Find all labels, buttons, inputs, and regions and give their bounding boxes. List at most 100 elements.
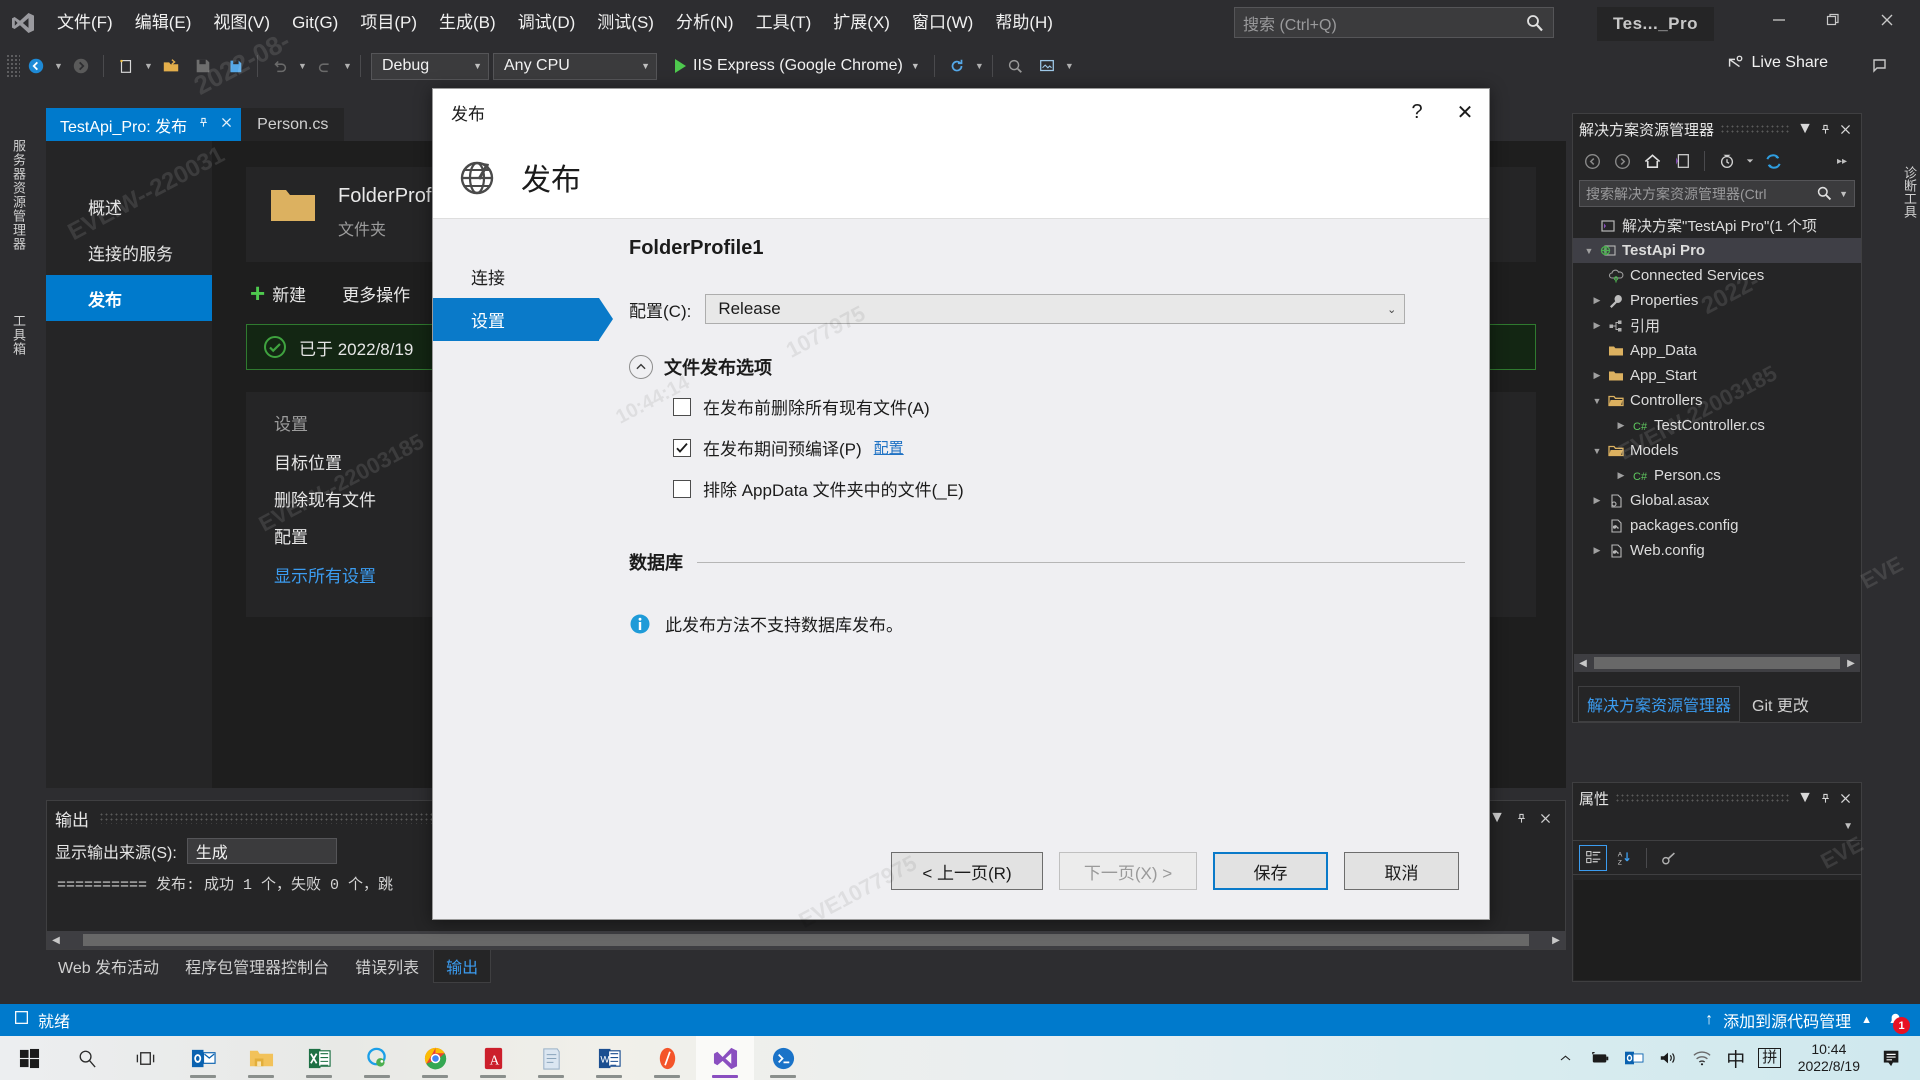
close-button[interactable] (1860, 0, 1914, 40)
output-pin-icon[interactable] (1509, 806, 1533, 830)
output-horizontal-scrollbar[interactable]: ◀ ▶ (47, 931, 1565, 949)
document-tab-person-cs[interactable]: Person.cs (241, 108, 345, 141)
search-icon-taskbar[interactable] (58, 1036, 116, 1080)
notifications-button[interactable]: 1 (1882, 1008, 1910, 1034)
output-scroll-thumb[interactable] (83, 934, 1529, 946)
tree-item-web-config[interactable]: ▶ Web.config (1573, 538, 1861, 563)
tree-arrow-9[interactable]: ▼ (1589, 446, 1605, 456)
qq-icon[interactable] (348, 1036, 406, 1080)
refresh-icon[interactable] (943, 52, 971, 80)
menu-item-build[interactable]: 生成(B) (428, 0, 507, 46)
chevron-up-icon[interactable] (1550, 1036, 1582, 1080)
maximize-restore-button[interactable] (1806, 0, 1860, 40)
solution-explorer-chevron-down-icon[interactable]: ▼ (1795, 118, 1815, 140)
excel-icon[interactable] (290, 1036, 348, 1080)
tree-item-app-data[interactable]: App_Data (1573, 338, 1861, 363)
tree-item-app-start[interactable]: ▶ App_Start (1573, 363, 1861, 388)
tree-arrow-13[interactable]: ▶ (1589, 545, 1605, 556)
visual-studio-icon[interactable] (696, 1036, 754, 1080)
alphabetical-view-icon[interactable]: AZ (1610, 845, 1638, 871)
dock-tab-output[interactable]: 输出 (433, 949, 492, 983)
new-profile-button[interactable]: + 新建 (250, 280, 306, 306)
switch-views-icon[interactable] (1669, 148, 1695, 174)
refresh-solution-icon[interactable] (1760, 148, 1786, 174)
battery-icon[interactable] (1584, 1036, 1616, 1080)
tree-item-connected-services[interactable]: Connected Services (1573, 263, 1861, 288)
open-file-icon[interactable] (157, 52, 185, 80)
tree-item-references[interactable]: ▶ 引用 (1573, 313, 1861, 338)
publish-sidebar-connected-services[interactable]: 连接的服务 (46, 229, 212, 275)
solution-explorer-search-input[interactable]: 搜索解决方案资源管理器(Ctrl ▼ (1579, 180, 1855, 207)
add-to-source-control-button[interactable]: 添加到源代码管理 (1723, 1008, 1851, 1032)
volume-icon[interactable] (1652, 1036, 1684, 1080)
scroll-right-icon[interactable]: ▶ (1547, 935, 1565, 946)
tree-arrow-4[interactable]: ▶ (1589, 320, 1605, 331)
checkbox-delete-existing[interactable] (673, 397, 691, 416)
publish-sidebar-overview[interactable]: 概述 (46, 183, 212, 229)
output-close-icon[interactable] (1533, 806, 1557, 830)
tree-item-person-cs[interactable]: ▶ C# Person.cs (1573, 463, 1861, 488)
wizard-step-settings[interactable]: 设置 (433, 298, 613, 341)
properties-object-combo[interactable]: ▼ (1573, 813, 1861, 841)
tree-arrow-3[interactable]: ▶ (1589, 295, 1605, 306)
notepad-icon[interactable] (522, 1036, 580, 1080)
new-project-icon[interactable] (112, 52, 140, 80)
dialog-close-button[interactable]: ✕ (1441, 89, 1489, 135)
checkbox-row-delete-existing[interactable]: 在发布前删除所有现有文件(A) (673, 394, 1465, 419)
configuration-select[interactable]: Release ⌄ (705, 294, 1406, 324)
next-button[interactable]: 下一页(X) > (1059, 852, 1197, 890)
publish-sidebar-publish[interactable]: 发布 (46, 275, 212, 321)
save-icon[interactable] (189, 52, 217, 80)
ime-chinese-icon[interactable]: 中 (1720, 1036, 1752, 1080)
redo-icon[interactable] (311, 52, 339, 80)
tree-item-project[interactable]: ▼ TestApi Pro (1573, 238, 1861, 263)
properties-panel-grip[interactable] (1615, 793, 1789, 803)
menu-item-analyze[interactable]: 分析(N) (665, 0, 745, 46)
new-project-dropdown-icon[interactable]: ▼ (142, 52, 155, 80)
chrome-icon[interactable] (406, 1036, 464, 1080)
save-button[interactable]: 保存 (1213, 852, 1328, 890)
start-debug-button[interactable]: IIS Express (Google Chrome) ▼ (667, 51, 928, 81)
checkbox-row-exclude-appdata[interactable]: 排除 AppData 文件夹中的文件(_E) (673, 476, 1465, 501)
menu-item-debug[interactable]: 调试(D) (507, 0, 587, 46)
menu-bar[interactable]: 文件(F) 编辑(E) 视图(V) Git(G) 项目(P) 生成(B) 调试(… (46, 0, 1064, 46)
source-control-chevron-up-icon[interactable]: ▲ (1861, 1014, 1872, 1026)
tree-arrow-11[interactable]: ▶ (1589, 495, 1605, 506)
solution-explorer-close-icon[interactable] (1835, 118, 1855, 140)
back-icon[interactable] (1579, 148, 1605, 174)
properties-chevron-down-icon[interactable]: ▼ (1795, 787, 1815, 809)
refresh-dropdown-icon[interactable]: ▼ (973, 52, 986, 80)
action-center-icon[interactable] (1872, 1036, 1912, 1080)
outlook-icon[interactable] (174, 1036, 232, 1080)
solution-explorer-grip[interactable] (1720, 124, 1789, 134)
menu-item-tools[interactable]: 工具(T) (745, 0, 823, 46)
tree-arrow-7[interactable]: ▼ (1589, 396, 1605, 406)
dock-tab-error-list[interactable]: 错误列表 (343, 950, 431, 982)
server-explorer-strip[interactable]: 服务器资源管理器 (0, 100, 28, 280)
cancel-button[interactable]: 取消 (1344, 852, 1459, 890)
menu-item-test[interactable]: 测试(S) (586, 0, 665, 46)
wizard-step-connection[interactable]: 连接 (433, 255, 599, 298)
menu-item-help[interactable]: 帮助(H) (984, 0, 1064, 46)
tree-item-global-asax[interactable]: ▶ Global.asax (1573, 488, 1861, 513)
solution-explorer-horizontal-scrollbar[interactable]: ◀ ▶ (1574, 654, 1860, 672)
ime-pinyin-icon[interactable]: 拼 (1754, 1036, 1786, 1080)
taskbar-clock[interactable]: 10:44 2022/8/19 (1788, 1041, 1870, 1076)
menu-item-view[interactable]: 视图(V) (202, 0, 281, 46)
find-in-files-icon[interactable] (1001, 52, 1029, 80)
previous-button[interactable]: < 上一页(R) (891, 852, 1043, 890)
tree-item-models[interactable]: ▼ Models (1573, 438, 1861, 463)
diagnostics-tools-strip[interactable]: 诊断工具 (1895, 113, 1919, 263)
property-pages-icon[interactable] (1655, 845, 1683, 871)
start-icon[interactable] (0, 1036, 58, 1080)
minimize-button[interactable] (1752, 0, 1806, 40)
dock-tab-web-publish-activity[interactable]: Web 发布活动 (46, 950, 171, 982)
toolbox-strip[interactable]: 工具箱 (0, 290, 28, 370)
redo-dropdown-icon[interactable]: ▼ (341, 52, 354, 80)
file-publish-options-group[interactable]: 文件发布选项 (629, 354, 1465, 380)
checkbox-exclude-appdata[interactable] (673, 479, 691, 498)
se-tab-solution-explorer[interactable]: 解决方案资源管理器 (1578, 686, 1741, 722)
solution-explorer-overflow-icon[interactable]: ▸▸ (1829, 148, 1855, 174)
menu-item-edit[interactable]: 编辑(E) (124, 0, 203, 46)
solution-configuration-combo[interactable]: Debug ▼ (371, 52, 489, 80)
